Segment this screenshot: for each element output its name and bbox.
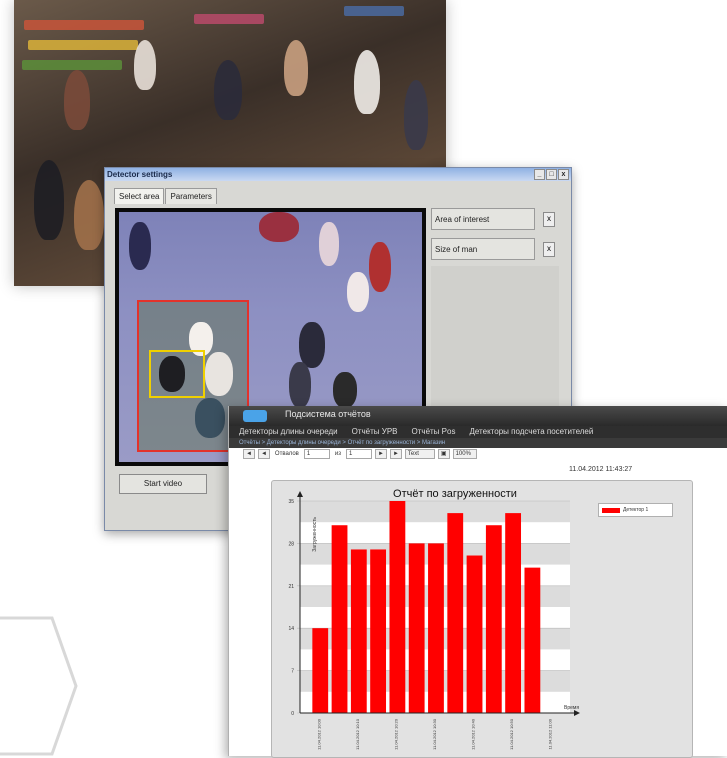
size-of-man-outline[interactable] [149,350,205,398]
load-report-chart: 0 7 14 21 28 35 Отчёт по загруженности Загружен… [271,480,693,758]
prev-page-button[interactable]: ◄ [257,449,270,459]
format-select[interactable]: Text [404,449,435,459]
menu-item-urv-reports[interactable]: Отчёты УРВ [352,426,398,438]
reports-header: Подсистема отчётов [229,406,727,426]
from-label: Отвалов [274,451,299,457]
menu-item-pos-reports[interactable]: Отчёты Pos [412,426,456,438]
legend-label: Детектор 1 [623,507,649,513]
y-tick-label: 0 [291,711,294,717]
bar [428,543,444,713]
menu-item-queue-detectors[interactable]: Детекторы длины очереди [239,426,338,438]
person-decor [205,352,233,396]
tab-select-area[interactable]: Select area [114,188,165,204]
bar [505,513,522,713]
x-tick-label: 11.04.2012 10:30 [432,718,437,750]
person-decor [347,272,369,312]
chart-canvas: 0 7 14 21 28 35 Отчёт по загруженности Загружен… [288,488,580,750]
from-input[interactable]: 1 [303,449,330,459]
cart-decor [259,212,299,242]
person-decor [195,398,225,438]
minimize-button[interactable]: _ [534,169,545,180]
bar [466,555,483,713]
person-decor [289,362,311,408]
zoom-select[interactable]: 100% [452,449,477,459]
bar [350,549,367,713]
shopper-decor [354,50,380,114]
report-toolbar: ◄ ◄ Отвалов 1 из 1 ► ► Text ▣ 100% [229,448,727,460]
chart-title: Отчёт по загруженности [393,488,517,500]
x-tick-label: 11.04.2012 10:50 [509,718,514,750]
x-tick-label: 11.04.2012 10:40 [471,718,476,750]
x-tick-label: 11.04.2012 10:00 [316,718,321,750]
bar [370,549,387,713]
person-decor [369,242,391,292]
area-of-interest-button[interactable]: Area of interest [431,208,535,230]
last-page-button[interactable]: ► [389,449,402,459]
chart-legend: Детектор 1 [598,503,673,517]
reports-title: Подсистема отчётов [285,409,371,419]
legend-swatch [602,507,620,513]
bar [408,543,425,713]
shelf-decor [22,60,122,70]
shopper-decor [74,180,104,250]
export-icon[interactable]: ▣ [437,449,450,459]
side-panel: Area of interest x Size of man x [431,208,559,268]
x-tick-label: 11.04.2012 10:10 [355,718,360,750]
bar [447,513,464,713]
shopper-decor [404,80,428,150]
bar [389,501,406,713]
person-decor [319,222,339,266]
tab-parameters[interactable]: Parameters [165,188,217,204]
shelf-decor [28,40,138,50]
shopper-decor [134,40,156,90]
remove-size-of-man-button[interactable]: x [543,241,555,257]
shelf-decor [24,20,144,30]
report-timestamp: 11.04.2012 11:43:27 [569,466,633,473]
grid-band [300,501,570,523]
person-decor [299,322,325,368]
y-axis-arrow [297,491,303,497]
y-tick-label: 28 [288,541,294,547]
x-axis-label: Время [564,705,579,711]
shopper-decor [214,60,242,120]
y-axis-label: Загруженность [312,517,318,552]
menu-item-visitor-counters[interactable]: Детекторы подсчета посетителей [469,426,593,438]
start-video-button[interactable]: Start video [119,474,207,494]
reports-window: Подсистема отчётов Детекторы длины очере… [228,406,727,758]
window-title: Detector settings [107,170,173,179]
maximize-button[interactable]: □ [546,169,557,180]
window-titlebar: Detector settings _ □ x [105,168,571,181]
shopper-decor [34,160,64,240]
next-page-button[interactable]: ► [374,449,387,459]
bar [312,628,329,713]
shelf-decor [344,6,404,16]
remove-area-of-interest-button[interactable]: x [543,211,555,227]
shopper-decor [284,40,308,96]
person-decor [333,372,357,408]
hexagon-decor [0,616,78,756]
bar [485,525,502,713]
shelf-decor [194,14,264,24]
to-input[interactable]: 1 [345,449,372,459]
shopper-decor [64,70,90,130]
breadcrumb: Отчёты > Детекторы длины очереди > Отчёт… [229,438,727,448]
person-decor [129,222,151,270]
y-tick-label: 7 [291,669,294,675]
y-tick-label: 21 [288,584,294,590]
bar [524,567,541,713]
y-tick-label: 14 [288,626,294,632]
size-of-man-button[interactable]: Size of man [431,238,535,260]
to-label: из [334,451,341,457]
y-tick-label: 35 [288,499,294,505]
x-tick-label: 11.04.2012 10:20 [393,718,398,750]
bar [331,525,348,713]
close-button[interactable]: x [558,169,569,180]
reports-menu: Детекторы длины очереди Отчёты УРВ Отчёт… [229,426,727,438]
x-tick-label: 11.04.2012 11:00 [548,718,553,749]
first-page-button[interactable]: ◄ [243,449,255,459]
reports-logo-icon [243,410,267,422]
